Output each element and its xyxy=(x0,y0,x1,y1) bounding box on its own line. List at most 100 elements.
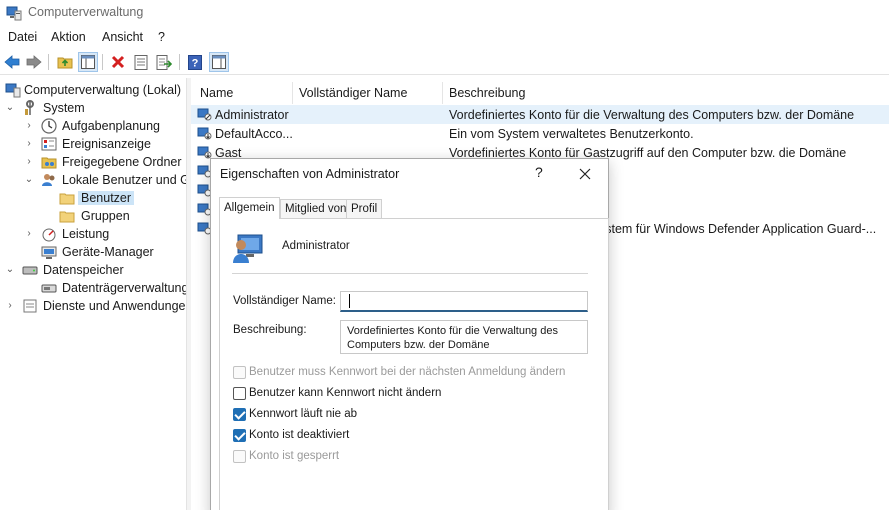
folder-icon xyxy=(59,193,75,205)
cell-description: ystem für Windows Defender Application G… xyxy=(599,222,877,236)
dialog-title: Eigenschaften von Administrator xyxy=(220,167,400,181)
list-header: Name Vollständiger Name Beschreibung xyxy=(191,78,889,106)
checkbox-account-locked: Konto ist gesperrt xyxy=(233,449,593,465)
services-icon xyxy=(23,299,37,313)
cell-name: DefaultAcco... xyxy=(215,127,293,141)
tree-item-dienste[interactable]: › Dienste und Anwendungen xyxy=(0,297,186,315)
disk-management-icon xyxy=(41,284,57,293)
properties-icon[interactable] xyxy=(131,52,151,72)
tree-item-label: Benutzer xyxy=(78,191,135,205)
show-hide-action-pane-icon[interactable] xyxy=(209,52,229,72)
column-header-fullname[interactable]: Vollständiger Name xyxy=(299,86,407,100)
column-header-description[interactable]: Beschreibung xyxy=(449,86,525,100)
chevron-right-icon[interactable]: › xyxy=(24,156,34,168)
checkbox[interactable] xyxy=(233,387,246,400)
tree-item-geraete-manager[interactable]: Geräte-Manager xyxy=(0,243,186,261)
list-row-administrator[interactable]: Administrator Vordefiniertes Konto für d… xyxy=(191,105,889,124)
menu-aktion[interactable]: Aktion xyxy=(51,30,86,44)
tree-item-lokale-benutzer[interactable]: ⌄ Lokale Benutzer und Gruppen xyxy=(0,171,186,189)
user-account-icon xyxy=(233,234,263,263)
chevron-right-icon[interactable]: › xyxy=(24,138,34,150)
list-row-defaultaccount[interactable]: DefaultAcco... Ein vom System verwaltete… xyxy=(191,124,889,143)
title-bar: Computerverwaltung xyxy=(0,0,889,26)
device-manager-icon xyxy=(41,246,57,259)
chevron-right-icon[interactable]: › xyxy=(24,228,34,240)
tree-item-datentraegerverwaltung[interactable]: Datenträgerverwaltung xyxy=(0,279,186,297)
computer-management-icon xyxy=(6,6,22,21)
tree-item-leistung[interactable]: › Leistung xyxy=(0,225,186,243)
toolbar: ? xyxy=(0,49,889,75)
tree-item-label: Lokale Benutzer und Gruppen xyxy=(62,173,186,187)
checkbox xyxy=(233,450,246,463)
show-hide-tree-icon[interactable] xyxy=(78,52,98,72)
checkbox[interactable] xyxy=(233,429,246,442)
close-icon[interactable] xyxy=(575,164,595,184)
user-icon xyxy=(197,108,212,121)
tab-mitglied-von[interactable]: Mitglied von xyxy=(280,199,352,219)
checkbox-must-change-password: Benutzer muss Kennwort bei der nächsten … xyxy=(233,365,593,381)
export-list-icon[interactable] xyxy=(154,52,174,72)
tree-item-label: Leistung xyxy=(62,227,110,241)
storage-icon xyxy=(22,266,38,275)
navigation-tree: Computerverwaltung (Lokal) ⌄ System › Au… xyxy=(0,78,187,510)
tab-profil[interactable]: Profil xyxy=(346,199,383,219)
checkbox-label: Benutzer kann Kennwort nicht ändern xyxy=(249,387,442,399)
properties-dialog: Eigenschaften von Administrator ? Allgem… xyxy=(210,158,609,510)
column-divider[interactable] xyxy=(442,82,443,104)
chevron-down-icon[interactable]: ⌄ xyxy=(5,264,15,276)
delete-icon[interactable] xyxy=(108,52,128,72)
event-viewer-icon xyxy=(41,137,57,151)
tree-item-gruppen[interactable]: Gruppen xyxy=(0,207,186,225)
fullname-label: Vollständiger Name: xyxy=(233,295,336,307)
back-arrow-icon[interactable] xyxy=(2,52,22,72)
shared-folder-icon xyxy=(41,157,57,169)
toolbar-separator xyxy=(102,54,103,70)
column-header-name[interactable]: Name xyxy=(200,86,233,100)
users-groups-icon xyxy=(42,174,55,186)
tree-item-label: Ereignisanzeige xyxy=(62,137,151,151)
column-divider[interactable] xyxy=(292,82,293,104)
tree-item-label: Geräte-Manager xyxy=(62,245,154,259)
chevron-right-icon[interactable]: › xyxy=(24,120,34,132)
folder-icon xyxy=(59,211,75,223)
tree-item-datenspeicher[interactable]: ⌄ Datenspeicher xyxy=(0,261,186,279)
tree-item-ereignisanzeige[interactable]: › Ereignisanzeige xyxy=(0,135,186,153)
chevron-down-icon[interactable]: ⌄ xyxy=(5,102,15,114)
performance-icon xyxy=(42,228,56,242)
tree-item-computerverwaltung[interactable]: Computerverwaltung (Lokal) xyxy=(0,81,186,99)
checkbox-cannot-change-password[interactable]: Benutzer kann Kennwort nicht ändern xyxy=(233,386,593,402)
toolbar-separator xyxy=(179,54,180,70)
chevron-down-icon[interactable]: ⌄ xyxy=(24,174,34,186)
menu-datei[interactable]: Datei xyxy=(8,30,37,44)
forward-arrow-icon[interactable] xyxy=(24,52,44,72)
menu-help[interactable]: ? xyxy=(158,30,165,44)
account-name: Administrator xyxy=(282,240,350,252)
tree-item-label: Datenspeicher xyxy=(43,263,124,277)
tree-item-aufgabenplanung[interactable]: › Aufgabenplanung xyxy=(0,117,186,135)
cell-name: Administrator xyxy=(215,108,289,122)
fullname-input[interactable] xyxy=(340,291,588,312)
tab-allgemein[interactable]: Allgemein xyxy=(219,197,280,219)
checkbox-account-disabled[interactable]: Konto ist deaktiviert xyxy=(233,428,593,444)
dialog-help-button[interactable]: ? xyxy=(535,164,549,182)
up-folder-icon[interactable] xyxy=(55,52,75,72)
checkbox xyxy=(233,366,246,379)
system-tools-icon xyxy=(25,100,34,115)
svg-text:?: ? xyxy=(192,57,199,69)
checkbox[interactable] xyxy=(233,408,246,421)
checkbox-label: Konto ist gesperrt xyxy=(249,450,340,462)
checkbox-label: Benutzer muss Kennwort bei der nächsten … xyxy=(249,366,566,378)
tree-item-freigegebene-ordner[interactable]: › Freigegebene Ordner xyxy=(0,153,186,171)
menu-ansicht[interactable]: Ansicht xyxy=(102,30,143,44)
help-icon[interactable]: ? xyxy=(185,52,205,72)
divider xyxy=(232,273,588,274)
tree-item-benutzer[interactable]: Benutzer xyxy=(0,189,186,207)
description-input[interactable]: Vordefiniertes Konto für die Verwaltung … xyxy=(340,320,588,354)
checkbox-password-never-expires[interactable]: Kennwort läuft nie ab xyxy=(233,407,593,423)
checkbox-label: Kennwort läuft nie ab xyxy=(249,408,358,420)
tab-page-allgemein: Administrator Vollständiger Name: Beschr… xyxy=(219,218,609,510)
tree-item-system[interactable]: ⌄ System xyxy=(0,99,186,117)
chevron-right-icon[interactable]: › xyxy=(5,300,15,312)
toolbar-separator xyxy=(48,54,49,70)
dialog-tabs: Allgemein Mitglied von Profil xyxy=(219,197,599,219)
